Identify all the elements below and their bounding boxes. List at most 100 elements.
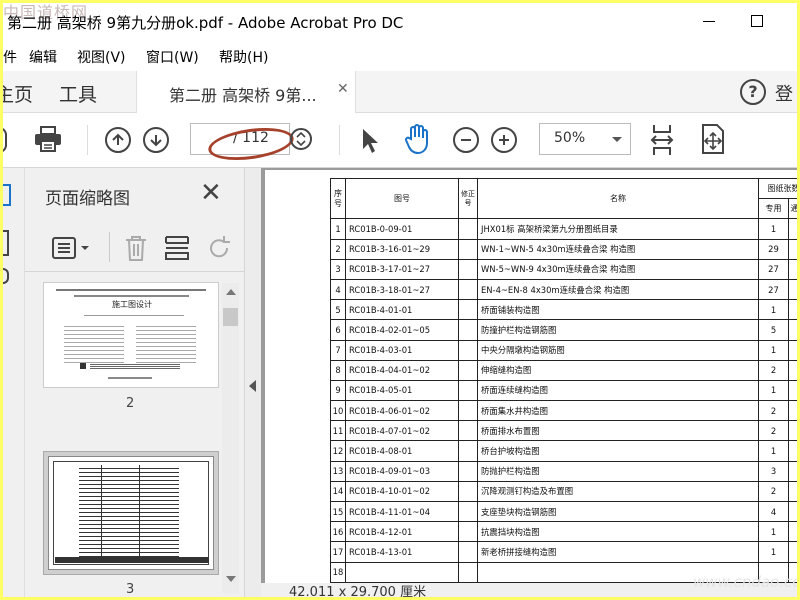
cell-count-general — [788, 500, 797, 523]
cell-revision — [458, 339, 478, 361]
cell-name: WN-1~WN-5 4x30m连续叠合梁 构造图 — [477, 238, 759, 260]
cell-name: 抗震挡块构造图 — [477, 521, 759, 543]
thumb-text-block — [136, 323, 196, 363]
options-menu-icon[interactable] — [51, 236, 91, 264]
thumb-text-line — [74, 295, 189, 297]
cell-count-general — [788, 218, 797, 240]
header-name: 名称 — [477, 177, 759, 220]
select-tool-icon[interactable] — [359, 127, 381, 159]
cell-drawing-no: RC01B-4-12-01 — [345, 521, 459, 543]
partial-tool-icon[interactable] — [3, 127, 7, 153]
scroll-up-icon[interactable] — [226, 289, 236, 295]
cell-count-special: 1 — [758, 299, 789, 321]
panel-title: 页面缩略图 — [45, 189, 130, 209]
tab-home[interactable]: 主页 — [3, 80, 33, 107]
page-stepper-icon[interactable] — [290, 128, 312, 150]
thumb-title-block — [55, 557, 209, 563]
hand-tool-icon[interactable] — [403, 123, 433, 159]
cell-revision — [458, 278, 478, 301]
cell-count-special: 29 — [758, 238, 789, 260]
window-title: 第二册 高架桥 9第九分册ok.pdf - Adobe Acrobat Pro … — [7, 14, 404, 32]
scroll-down-icon[interactable] — [226, 576, 236, 582]
thumb-text-line — [84, 315, 184, 316]
insert-pages-icon[interactable] — [163, 234, 191, 266]
cell-drawing-no: RC01B-3-18-01~27 — [345, 278, 459, 301]
scrollbar-thumb[interactable] — [223, 308, 238, 326]
cell-drawing-no: RC01B-4-01-01 — [345, 299, 459, 321]
print-icon[interactable] — [33, 125, 63, 157]
cell-count-general — [788, 238, 797, 260]
cell-seq: 1 — [330, 218, 346, 240]
cell-name: EN-4~EN-8 4x30m连续叠合梁 构造图 — [477, 278, 759, 301]
minimize-button[interactable] — [703, 21, 715, 22]
menu-file[interactable]: 件 — [3, 47, 17, 67]
cell-seq: 13 — [330, 460, 346, 482]
cell-drawing-no: RC01B-4-04-01~02 — [345, 359, 459, 381]
cell-name: JHX01标 高架桥梁第九分册图纸目录 — [477, 218, 759, 240]
cell-drawing-no: RC01B-4-05-01 — [345, 379, 459, 402]
thumbnail-page-3[interactable] — [48, 456, 214, 570]
cell-revision — [458, 480, 478, 503]
cell-revision — [458, 238, 478, 260]
collapse-panel-icon[interactable] — [249, 380, 256, 392]
cell-drawing-no: RC01B-3-17-01~27 — [345, 258, 459, 280]
next-page-icon[interactable] — [143, 127, 169, 153]
toolbar-separator — [339, 125, 340, 155]
cell-drawing-no: RC01B-0-09-01 — [345, 218, 459, 240]
cell-revision — [458, 500, 478, 523]
header-drawing-no: 图号 — [345, 177, 459, 220]
maximize-button[interactable] — [751, 15, 763, 27]
cell-revision — [458, 521, 478, 543]
drawing-index-body: 1 RC01B-0-09-01 JHX01标 高架桥梁第九分册图纸目录 1 2 RC01B… — [330, 218, 797, 583]
page-size-readout: 42.011 x 29.700 厘米 — [289, 585, 427, 597]
table-row: 2 RC01B-3-16-01~29 WN-1~WN-5 4x30m连续叠合梁 构造… — [330, 238, 797, 260]
attachment-panel-icon[interactable] — [3, 268, 9, 284]
cell-seq: 7 — [330, 339, 346, 361]
cell-count-special: 1 — [758, 440, 789, 462]
thumbnail-label: 2 — [126, 396, 135, 411]
document-view[interactable]: 序号 图号 修正号 名称 图纸张数 专用 通用 1RC01B-0-09-01JH… — [261, 168, 797, 597]
cell-name: 桥面集水井构造图 — [477, 400, 759, 422]
sign-in-button[interactable]: 登 — [775, 80, 793, 106]
close-icon[interactable]: ✕ — [200, 180, 222, 206]
trash-icon[interactable] — [123, 234, 149, 266]
tab-document[interactable]: 第二册 高架桥 9第... ✕ — [136, 71, 356, 113]
menu-edit[interactable]: 编辑 — [29, 47, 57, 67]
cell-count-general — [788, 339, 797, 361]
zoom-select[interactable]: 50% — [539, 123, 631, 155]
cell-revision — [458, 561, 478, 583]
full-screen-icon[interactable] — [697, 123, 727, 159]
menu-window[interactable]: 窗口(W) — [146, 47, 199, 67]
page-thumbnails-panel: 页面缩略图 ✕ 施工图设计 2 3 — [25, 168, 245, 597]
bookmark-panel-icon[interactable] — [3, 184, 11, 206]
cell-revision — [458, 440, 478, 462]
zoom-in-icon[interactable] — [491, 127, 517, 153]
fit-page-icon[interactable] — [649, 123, 675, 161]
menu-view[interactable]: 视图(V) — [77, 47, 126, 67]
cell-seq: 10 — [330, 400, 346, 422]
thumbnail-page-2[interactable]: 施工图设计 — [43, 282, 219, 388]
cell-revision — [458, 460, 478, 482]
tab-tools[interactable]: 工具 — [59, 80, 97, 107]
rotate-icon[interactable] — [205, 234, 233, 266]
zoom-out-icon[interactable] — [453, 127, 479, 153]
cell-count-general — [788, 521, 797, 543]
table-row: 17 RC01B-4-13-01 新老桥拼接缝构造图 1 — [330, 541, 797, 563]
table-row: 5 RC01B-4-01-01 桥面铺装构造图 1 — [330, 299, 797, 321]
thumb-text-line — [56, 289, 206, 291]
cell-name: 中央分隔墩构造钢筋图 — [477, 339, 759, 361]
help-icon[interactable]: ? — [740, 79, 766, 105]
tab-row: 主页 工具 第二册 高架桥 9第... ✕ ? 登 — [3, 71, 797, 113]
cell-count-special: 1 — [758, 541, 789, 563]
table-row: 12 RC01B-4-08-01 桥台护坡构造图 1 — [330, 440, 797, 462]
drawing-index-table: 序号 图号 修正号 名称 图纸张数 专用 通用 1RC01B-0-09-01JH… — [330, 177, 797, 583]
page-panel-icon[interactable] — [3, 230, 9, 256]
menu-help[interactable]: 帮助(H) — [219, 47, 268, 67]
previous-page-icon[interactable] — [105, 127, 131, 153]
pdf-page: 序号 图号 修正号 名称 图纸张数 专用 通用 1RC01B-0-09-01JH… — [265, 170, 797, 590]
cell-count-special: 3 — [758, 460, 789, 482]
cell-count-special: 27 — [758, 258, 789, 280]
close-tab-icon[interactable]: ✕ — [337, 81, 349, 97]
thumbnail-scrollbar[interactable] — [222, 283, 239, 593]
cell-name: 防抛护栏构造图 — [477, 460, 759, 482]
